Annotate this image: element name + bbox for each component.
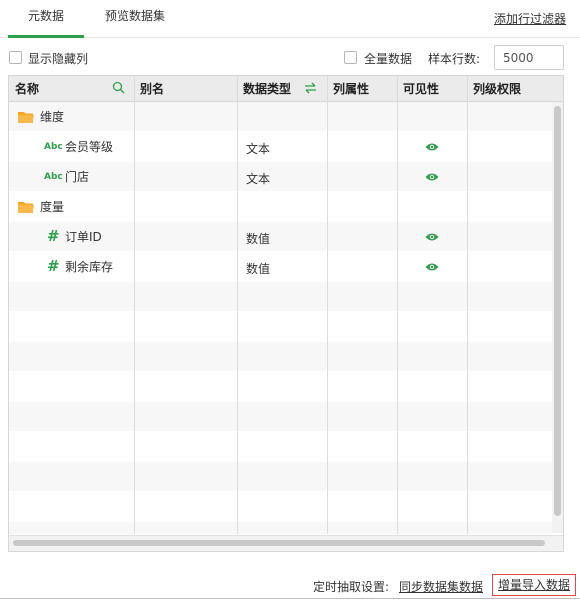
search-icon[interactable] [112, 81, 125, 94]
empty-row [9, 372, 552, 402]
column-header-name-label: 名称 [15, 82, 40, 96]
folder-icon [18, 112, 34, 123]
sample-rows-label: 样本行数: [428, 52, 481, 66]
show-hidden-checkbox[interactable] [9, 51, 22, 64]
field-name: 门店 [65, 170, 90, 184]
add-row-filter-link[interactable]: 添加行过滤器 [494, 10, 566, 27]
tab-metadata[interactable]: 元数据 [8, 0, 84, 38]
empty-row [9, 282, 552, 312]
table-row[interactable]: # 剩余库存 数值 [9, 252, 552, 282]
folder-name: 度量 [40, 200, 65, 214]
horizontal-scrollbar-thumb[interactable] [13, 540, 545, 546]
field-data-type[interactable]: 文本 [246, 134, 270, 164]
column-header-column-permission[interactable]: 列级权限 [467, 76, 557, 102]
empty-row [9, 492, 552, 522]
swap-icon[interactable] [304, 82, 317, 94]
vertical-scrollbar-thumb[interactable] [554, 106, 561, 516]
column-divider [327, 76, 328, 534]
empty-row [9, 432, 552, 462]
metadata-table: 名称 别名 数据类型 列属性 可见性 列级权限 维度 Abc 会员等级 文本 A… [8, 75, 564, 552]
all-data-label: 全量数据 [364, 52, 413, 66]
column-header-data-type-label: 数据类型 [243, 82, 292, 96]
field-name: 剩余库存 [65, 260, 114, 274]
incremental-import-button[interactable]: 增量导入数据 [492, 574, 576, 596]
sample-rows-input[interactable] [494, 45, 564, 70]
folder-name: 维度 [40, 110, 65, 124]
bottom-divider [0, 598, 580, 599]
eye-icon[interactable] [425, 262, 439, 272]
eye-icon[interactable] [425, 172, 439, 182]
hash-icon: # [47, 227, 60, 245]
column-divider [397, 76, 398, 534]
table-header: 名称 别名 数据类型 列属性 可见性 列级权限 [9, 76, 563, 102]
eye-icon[interactable] [425, 142, 439, 152]
eye-icon[interactable] [425, 232, 439, 242]
schedule-extract-label: 定时抽取设置: [313, 580, 390, 594]
sync-dataset-link[interactable]: 同步数据集数据 [399, 578, 483, 595]
all-data-checkbox[interactable] [344, 51, 357, 64]
table-row[interactable]: Abc 门店 文本 [9, 162, 552, 192]
empty-row [9, 522, 552, 535]
field-name: 订单ID [65, 230, 102, 244]
table-row[interactable]: 维度 [9, 102, 552, 132]
column-header-visibility[interactable]: 可见性 [397, 76, 467, 102]
column-divider [237, 76, 238, 534]
tab-preview-dataset[interactable]: 预览数据集 [92, 0, 178, 38]
empty-row [9, 462, 552, 492]
field-data-type[interactable]: 文本 [246, 164, 270, 194]
table-row[interactable]: Abc 会员等级 文本 [9, 132, 552, 162]
empty-row [9, 342, 552, 372]
abc-icon: Abc [44, 172, 63, 182]
field-name: 会员等级 [65, 140, 114, 154]
column-divider [467, 76, 468, 534]
table-row[interactable]: # 订单ID 数值 [9, 222, 552, 252]
field-data-type[interactable]: 数值 [246, 224, 270, 254]
show-hidden-label: 显示隐藏列 [28, 52, 89, 66]
hash-icon: # [47, 257, 60, 275]
field-data-type[interactable]: 数值 [246, 254, 270, 284]
folder-icon [18, 202, 34, 213]
empty-row [9, 312, 552, 342]
tab-bar: 元数据 预览数据集 添加行过滤器 [0, 0, 580, 38]
column-divider [134, 76, 135, 534]
column-header-alias[interactable]: 别名 [134, 76, 237, 102]
abc-icon: Abc [44, 142, 63, 152]
column-header-attribute[interactable]: 列属性 [327, 76, 397, 102]
table-row[interactable]: 度量 [9, 192, 552, 222]
empty-row [9, 402, 552, 432]
